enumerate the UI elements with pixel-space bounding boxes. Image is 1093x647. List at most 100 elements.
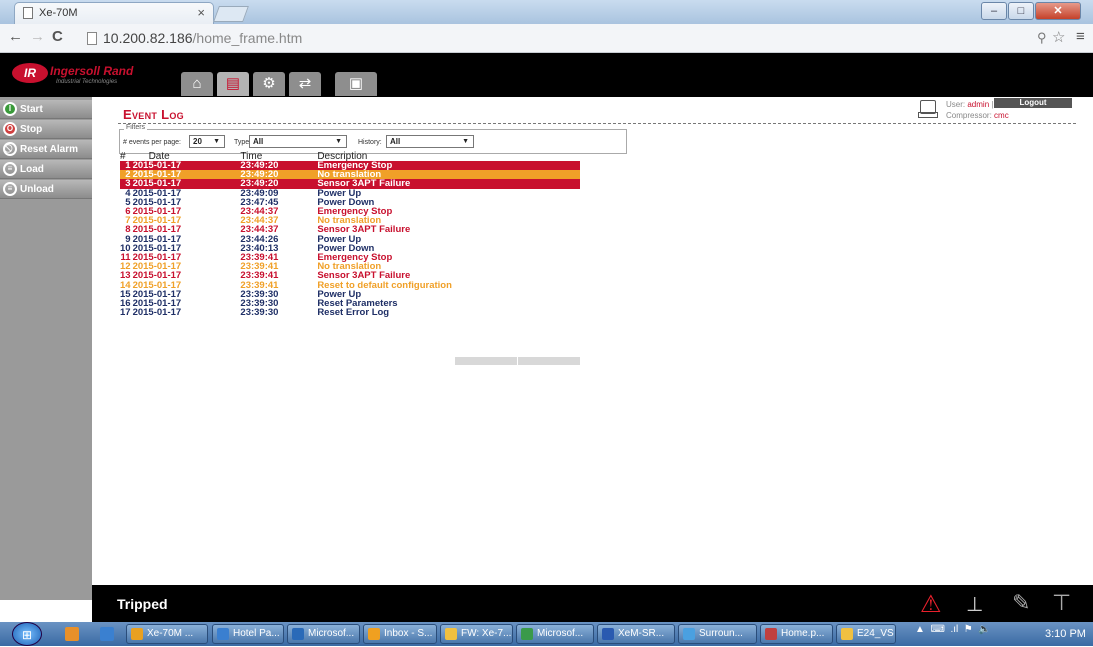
url-host: 10.200.82.186 [103, 30, 193, 46]
stop-label: Stop [20, 124, 43, 135]
taskbar-item[interactable]: Hotel Pa... [212, 624, 284, 644]
media-player-icon[interactable] [65, 627, 79, 641]
taskbar-item-label: XeM-SR... [618, 628, 665, 639]
app-icon [765, 628, 777, 640]
io-tab-icon[interactable]: ⇄ [289, 72, 321, 96]
app-icon [292, 628, 304, 640]
taskbar-item[interactable]: Xe-70M ... [126, 624, 208, 644]
app-icon [131, 628, 143, 640]
start-button[interactable]: I Start [0, 100, 92, 119]
network-icon[interactable]: ⊥ [966, 592, 983, 617]
taskbar-item[interactable]: E24_VS [836, 624, 896, 644]
tab-close-icon[interactable]: × [197, 5, 205, 20]
settings-tab-icon[interactable]: ⚙ [253, 72, 285, 96]
ie-icon[interactable] [100, 627, 114, 641]
url-path: /home_frame.htm [192, 30, 303, 46]
page-title: Event Log [123, 107, 184, 122]
power-icon: I [3, 102, 17, 116]
start-label: Start [20, 104, 43, 115]
app-icon [602, 628, 614, 640]
page-icon [23, 7, 33, 19]
back-arrow-icon[interactable]: ← [8, 28, 23, 45]
dropdown-arrow-icon: ▼ [213, 138, 220, 145]
compressor-value: cmc [994, 111, 1009, 120]
app-icon [841, 628, 853, 640]
cell-number: 17 [120, 307, 131, 319]
clock: 3:10 PM [1045, 628, 1086, 640]
taskbar-item-label: Surroun... [699, 628, 743, 639]
new-tab-button[interactable] [213, 6, 249, 22]
taskbar-item-label: Microsof... [537, 628, 584, 639]
taskbar-item-label: FW: Xe-7... [461, 628, 512, 639]
menu-icon[interactable]: ≡ [1076, 28, 1085, 45]
per-page-value: 20 [193, 137, 202, 146]
close-window-button[interactable]: ✕ [1035, 2, 1081, 20]
taskbar-item-label: Home.p... [781, 628, 825, 639]
cell-description: Reset Error Log [317, 307, 390, 319]
event-table-wrap: # Date Time Description 1 2015-01-17 23:49… [120, 152, 580, 319]
cell-time: 23:39:30 [240, 307, 279, 319]
start-orb-icon[interactable]: ⊞ [12, 622, 42, 646]
dropdown-arrow-icon: ▼ [335, 138, 342, 145]
type-select[interactable]: All ▼ [249, 135, 347, 148]
type-value: All [253, 137, 264, 146]
minimize-button[interactable]: – [981, 2, 1007, 20]
reload-icon[interactable]: C [52, 28, 63, 45]
system-tray: ▲ ⌨ .ıl ⚑ 🔈 [915, 624, 991, 635]
url-field[interactable]: 10.200.82.186/home_frame.htm [103, 30, 302, 46]
ingersoll-rand-logo: IR Ingersoll Rand Industrial Technologie… [12, 62, 138, 90]
prev-page-button[interactable] [455, 357, 517, 365]
dropdown-arrow-icon: ▼ [462, 138, 469, 145]
home-tab-icon[interactable]: ⌂ [181, 72, 213, 96]
taskbar-item[interactable]: Surroun... [678, 624, 757, 644]
forward-arrow-icon[interactable]: → [30, 28, 45, 45]
app-icon [217, 628, 229, 640]
per-page-label: # events per page: [123, 139, 181, 146]
taskbar-item[interactable]: FW: Xe-7... [440, 624, 513, 644]
stop-button[interactable]: O Stop [0, 120, 92, 139]
taskbar-item-label: Xe-70M ... [147, 628, 194, 639]
next-page-button[interactable] [518, 357, 580, 365]
status-bar [92, 585, 1093, 622]
taskbar-item[interactable]: Microsof... [516, 624, 594, 644]
per-page-select[interactable]: 20 ▼ [189, 135, 225, 148]
taskbar-item[interactable]: XeM-SR... [597, 624, 675, 644]
event-table: # Date Time Description 1 2015-01-17 23:49… [120, 152, 580, 319]
reset-alarm-label: Reset Alarm [20, 144, 78, 155]
bookmark-star-icon[interactable]: ☆ [1052, 28, 1065, 46]
warning-icon[interactable]: ⚠ [920, 590, 942, 619]
history-value: All [390, 137, 401, 146]
user-value: admin [967, 100, 990, 109]
cell-date: 2015-01-17 [132, 307, 182, 319]
taskbar-item[interactable]: Inbox - S... [363, 624, 437, 644]
app-icon [445, 628, 457, 640]
printer-tray-icon [918, 112, 938, 118]
user-info: User: admin | [946, 100, 993, 109]
event-log-tab-icon[interactable]: ▤ [217, 72, 249, 96]
maximize-button[interactable]: □ [1008, 2, 1034, 20]
taskbar-item[interactable]: Microsof... [287, 624, 360, 644]
load-button[interactable]: ≡ Load [0, 160, 92, 179]
unload-label: Unload [20, 184, 54, 195]
logo-text: Ingersoll Rand [50, 64, 134, 78]
logo-mark: IR [12, 63, 48, 83]
history-select[interactable]: All ▼ [386, 135, 474, 148]
page-icon [87, 32, 97, 45]
service-icon[interactable]: ✎ [1012, 590, 1030, 616]
zoom-icon[interactable]: ⚲ [1037, 30, 1047, 46]
info-tab-icon[interactable]: ▣ [335, 72, 377, 96]
compressor-icon[interactable]: ⊤ [1052, 590, 1071, 616]
user-label: User: [946, 100, 966, 109]
reset-icon: ⃠ [3, 142, 17, 156]
taskbar-item-label: Hotel Pa... [233, 628, 280, 639]
logo-subtitle: Industrial Technologies [56, 79, 118, 85]
reset-alarm-button[interactable]: ⃠Reset Alarm [0, 140, 92, 159]
logout-button[interactable]: Logout [994, 98, 1072, 108]
unload-button[interactable]: ≡ Unload [0, 180, 92, 199]
taskbar-item-label: E24_VS [857, 628, 894, 639]
taskbar-item[interactable]: Home.p... [760, 624, 833, 644]
tab-title: Xe-70M [39, 7, 78, 19]
browser-tab[interactable]: Xe-70M × [14, 2, 214, 24]
compressor-info: Compressor: cmc [946, 111, 1009, 120]
table-row[interactable]: 17 2015-01-17 23:39:30 Reset Error Log [120, 307, 580, 319]
